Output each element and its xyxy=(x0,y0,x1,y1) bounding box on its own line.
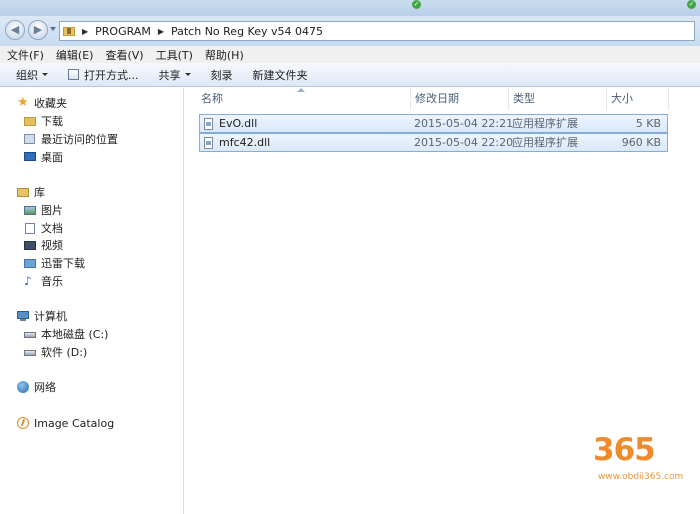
open-with-label: 打开方式... xyxy=(84,68,139,82)
menu-tools[interactable]: 工具(T) xyxy=(149,47,198,63)
nav-label: 图片 xyxy=(41,204,63,217)
column-header-size[interactable]: 大小 xyxy=(607,88,669,110)
back-button[interactable]: ◀ xyxy=(5,20,25,40)
image-catalog-icon xyxy=(17,417,29,429)
nav-desktop[interactable]: 桌面 xyxy=(24,149,63,165)
dll-file-icon xyxy=(204,117,213,130)
nav-label: 计算机 xyxy=(34,310,67,323)
music-icon: ♪ xyxy=(24,274,32,288)
navigation-bar: ◀ ▶ ▶ PROGRAM ▶ Patch No Reg Key v54 047… xyxy=(0,16,700,46)
watermark-url: www.obdii365.com xyxy=(598,472,684,482)
file-name: EvO.dll xyxy=(219,117,258,130)
library-icon xyxy=(17,186,29,198)
command-bar: 组织 打开方式... 共享 刻录 新建文件夹 xyxy=(0,63,700,87)
computer-icon xyxy=(17,310,29,322)
open-with-button[interactable]: 打开方式... xyxy=(68,67,139,83)
star-icon: ★ xyxy=(17,95,29,110)
burn-label: 刻录 xyxy=(210,68,233,82)
chevron-right-icon[interactable]: ▶ xyxy=(158,27,164,36)
menu-edit[interactable]: 编辑(E) xyxy=(49,47,99,63)
nav-music[interactable]: ♪ 音乐 xyxy=(24,273,63,289)
desktop-icon xyxy=(24,151,36,163)
history-dropdown-icon[interactable] xyxy=(50,27,56,31)
nav-documents[interactable]: 文档 xyxy=(24,220,63,236)
downloads-folder-icon xyxy=(24,115,36,127)
breadcrumb-item[interactable]: PROGRAM xyxy=(95,25,151,38)
nav-label: 迅雷下载 xyxy=(41,257,85,270)
share-button[interactable]: 共享 xyxy=(159,67,191,83)
nav-label: 视频 xyxy=(41,239,63,252)
nav-libraries[interactable]: 库 xyxy=(17,184,45,200)
drive-icon xyxy=(24,346,36,358)
nav-label: 桌面 xyxy=(41,151,63,164)
check-icon: ✓ xyxy=(687,0,696,9)
menu-view[interactable]: 查看(V) xyxy=(98,47,148,63)
network-icon xyxy=(17,381,29,393)
nav-label: Image Catalog xyxy=(34,416,115,430)
nav-recent-places[interactable]: 最近访问的位置 xyxy=(24,131,118,147)
watermark-logo: 365 xyxy=(593,432,656,468)
organize-label: 组织 xyxy=(16,68,38,82)
nav-label: 下载 xyxy=(41,115,63,128)
nav-label: 本地磁盘 (C:) xyxy=(41,328,109,341)
nav-label: 网络 xyxy=(34,381,56,394)
nav-drive-c[interactable]: 本地磁盘 (C:) xyxy=(24,326,108,342)
file-name-cell: EvO.dll xyxy=(204,115,257,132)
nav-label: 最近访问的位置 xyxy=(41,133,118,146)
file-size: 5 KB xyxy=(635,117,661,130)
column-header-name[interactable]: 名称 xyxy=(197,88,411,110)
forward-button[interactable]: ▶ xyxy=(28,20,48,40)
file-type: 应用程序扩展 xyxy=(512,117,578,130)
file-row[interactable]: EvO.dll 2015-05-04 22:21 应用程序扩展 5 KB xyxy=(199,114,668,133)
new-folder-button[interactable]: 新建文件夹 xyxy=(253,67,308,83)
menu-file[interactable]: 文件(F) xyxy=(0,47,49,63)
nav-label: 软件 (D:) xyxy=(41,346,88,359)
nav-label: 收藏夹 xyxy=(34,97,67,110)
nav-computer[interactable]: 计算机 xyxy=(17,308,67,324)
share-label: 共享 xyxy=(158,68,181,82)
chevron-down-icon xyxy=(184,73,191,76)
check-icon: ✓ xyxy=(412,0,421,9)
nav-downloads[interactable]: 下载 xyxy=(24,113,63,129)
file-modified: 2015-05-04 22:20 xyxy=(414,136,514,149)
nav-videos[interactable]: 视频 xyxy=(24,237,63,253)
column-header-type[interactable]: 类型 xyxy=(509,88,607,110)
drive-icon xyxy=(24,328,36,340)
navigation-pane: ★ 收藏夹 下载 最近访问的位置 桌面 库 图片 文档 视频 迅雷下载 ♪ 音乐… xyxy=(0,88,184,514)
file-row[interactable]: mfc42.dll 2015-05-04 22:20 应用程序扩展 960 KB xyxy=(199,133,668,152)
menu-bar: 文件(F) 编辑(E) 查看(V) 工具(T) 帮助(H) xyxy=(0,46,700,63)
address-bar[interactable]: ▶ PROGRAM ▶ Patch No Reg Key v54 0475 xyxy=(59,21,695,41)
menu-help[interactable]: 帮助(H) xyxy=(198,47,249,63)
folder-icon xyxy=(63,26,75,36)
nav-drive-d[interactable]: 软件 (D:) xyxy=(24,344,87,360)
file-type: 应用程序扩展 xyxy=(512,136,578,149)
organize-button[interactable]: 组织 xyxy=(16,67,48,83)
nav-favorites[interactable]: ★ 收藏夹 xyxy=(17,95,67,111)
open-with-icon xyxy=(68,69,79,80)
new-folder-label: 新建文件夹 xyxy=(252,68,308,82)
pictures-icon xyxy=(24,204,36,216)
file-size: 960 KB xyxy=(621,136,661,149)
nav-image-catalog[interactable]: Image Catalog xyxy=(17,415,114,431)
file-modified: 2015-05-04 22:21 xyxy=(414,117,514,130)
window-title-strip: ✓ ✓ xyxy=(0,0,700,16)
nav-thunder-downloads[interactable]: 迅雷下载 xyxy=(24,255,85,271)
nav-pictures[interactable]: 图片 xyxy=(24,202,63,218)
nav-label: 文档 xyxy=(41,222,63,235)
nav-label: 库 xyxy=(34,186,45,199)
nav-label: 音乐 xyxy=(41,275,63,288)
documents-icon xyxy=(24,222,36,234)
breadcrumb-item[interactable]: Patch No Reg Key v54 0475 xyxy=(171,25,323,38)
file-name: mfc42.dll xyxy=(219,136,271,149)
recent-places-icon xyxy=(24,133,36,145)
thunder-downloads-icon xyxy=(24,257,36,269)
file-name-cell: mfc42.dll xyxy=(204,134,270,151)
chevron-right-icon[interactable]: ▶ xyxy=(82,27,88,36)
chevron-down-icon xyxy=(42,73,48,76)
column-header-modified[interactable]: 修改日期 xyxy=(411,88,509,110)
dll-file-icon xyxy=(204,136,213,149)
burn-button[interactable]: 刻录 xyxy=(211,67,233,83)
videos-icon xyxy=(24,239,36,251)
nav-network[interactable]: 网络 xyxy=(17,379,56,395)
